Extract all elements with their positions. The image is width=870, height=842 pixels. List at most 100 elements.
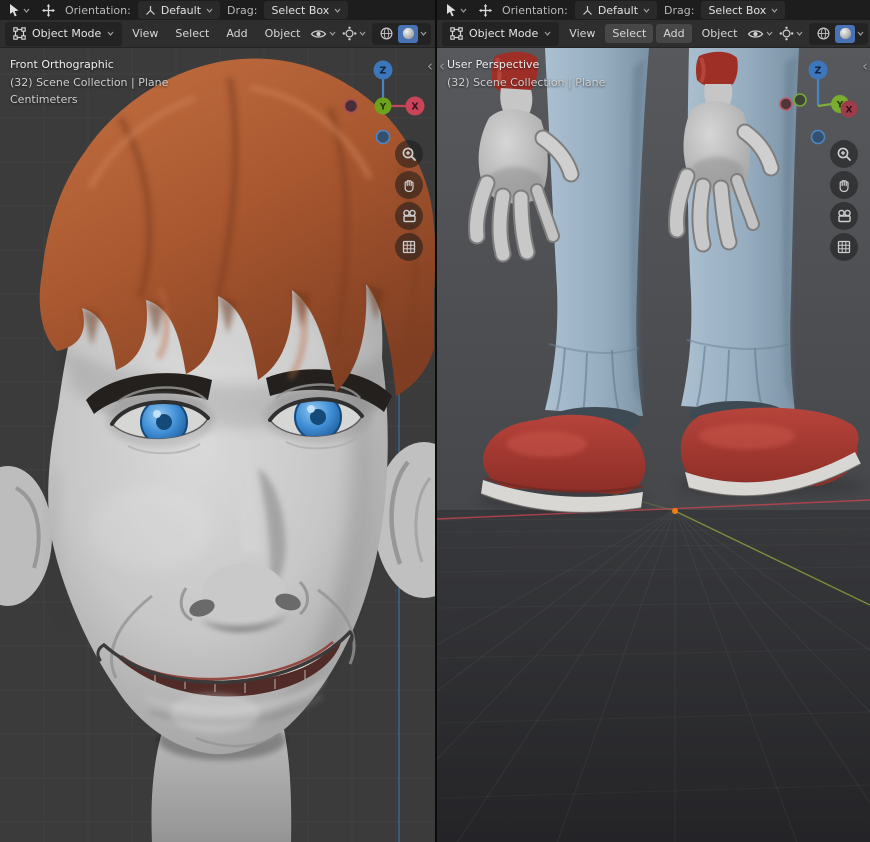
header-right-controls <box>310 23 431 45</box>
zoom-button[interactable] <box>395 140 423 168</box>
chevron-down-icon <box>771 8 778 13</box>
orientation-value: Default <box>598 4 638 17</box>
viewport-pane-left: Orientation: Default Drag: Select Box Ob… <box>0 0 435 842</box>
move-tool-icon <box>41 3 56 18</box>
axis-x-negative[interactable] <box>780 98 792 110</box>
gizmos-toggle[interactable] <box>779 26 803 41</box>
grid-icon <box>836 239 852 255</box>
zoom-button[interactable] <box>830 140 858 168</box>
menu-object[interactable]: Object <box>695 24 745 43</box>
tool-settings-bar-right: Orientation: Default Drag: Select Box <box>437 0 870 20</box>
tool-settings-bar-left: Orientation: Default Drag: Select Box <box>0 0 435 20</box>
axes-icon <box>145 5 156 16</box>
magnifier-plus-icon <box>836 146 852 162</box>
blender-window: Orientation: Default Drag: Select Box Ob… <box>0 0 870 842</box>
sidebar-collapse-arrow[interactable]: ‹ <box>862 60 868 72</box>
axis-x-label: X <box>411 102 419 113</box>
orientation-dropdown[interactable]: Default <box>138 1 220 19</box>
axis-x-negative[interactable] <box>345 100 358 113</box>
active-tool-dropdown[interactable] <box>443 3 469 17</box>
chevron-down-icon <box>544 31 551 36</box>
ortho-toggle-button[interactable] <box>395 233 423 261</box>
pan-button[interactable] <box>830 171 858 199</box>
overlays-toggle[interactable] <box>310 27 336 41</box>
cursor-tool-icon <box>445 3 458 17</box>
drag-dropdown[interactable]: Select Box <box>264 1 348 19</box>
active-tool-dropdown[interactable] <box>6 3 32 17</box>
viewport-3d-left[interactable]: Front Orthographic (32) Scene Collection… <box>0 48 435 842</box>
drag-label: Drag: <box>227 4 257 17</box>
object-mode-icon <box>450 27 463 40</box>
navigation-gizmo[interactable]: Z X Y <box>341 56 425 150</box>
scene-character-legs[interactable] <box>437 48 870 842</box>
axis-y-label: Y <box>379 103 387 113</box>
object-mode-icon <box>13 27 26 40</box>
chevron-down-icon <box>206 8 213 13</box>
orientation-dropdown[interactable]: Default <box>575 1 657 19</box>
overlays-toggle[interactable] <box>747 27 773 41</box>
menu-add[interactable]: Add <box>656 24 691 43</box>
mode-value: Object Mode <box>32 27 101 40</box>
chevron-down-icon <box>460 8 467 13</box>
hand-icon <box>836 177 852 193</box>
move-tool-button[interactable] <box>476 3 495 18</box>
menu-select[interactable]: Select <box>605 24 653 43</box>
header-right-controls <box>747 23 868 45</box>
solid-sphere-icon <box>838 26 853 41</box>
viewport-pane-right: Orientation: Default Drag: Select Box Ob… <box>437 0 870 842</box>
axis-x-label: X <box>846 106 853 116</box>
shading-solid-button[interactable] <box>398 25 418 43</box>
drag-dropdown[interactable]: Select Box <box>701 1 785 19</box>
chevron-down-icon <box>23 8 30 13</box>
ortho-toggle-button[interactable] <box>830 233 858 261</box>
shading-solid-button[interactable] <box>835 25 855 43</box>
axes-icon <box>582 5 593 16</box>
move-tool-button[interactable] <box>39 3 58 18</box>
eye-icon <box>310 27 327 41</box>
chevron-down-icon <box>796 31 803 36</box>
axis-z-label: Z <box>380 66 387 77</box>
menu-select[interactable]: Select <box>168 24 216 43</box>
orientation-label: Orientation: <box>502 4 568 17</box>
pan-button[interactable] <box>395 171 423 199</box>
viewport-shading-group <box>809 23 868 45</box>
wireframe-sphere-icon <box>379 26 394 41</box>
viewport-tool-buttons <box>830 140 858 261</box>
drag-value: Select Box <box>271 4 329 17</box>
axis-z-negative[interactable] <box>812 131 825 144</box>
sidebar-collapse-arrow[interactable]: ‹ <box>427 60 433 72</box>
drag-label: Drag: <box>664 4 694 17</box>
viewport-shading-group <box>372 23 431 45</box>
shading-wireframe-button[interactable] <box>813 25 833 43</box>
navigation-gizmo[interactable]: Z Y X <box>776 56 860 150</box>
camera-view-button[interactable] <box>830 202 858 230</box>
menu-object[interactable]: Object <box>258 24 308 43</box>
viewport-3d-right[interactable]: User Perspective (32) Scene Collection |… <box>437 48 870 842</box>
menu-view[interactable]: View <box>562 24 602 43</box>
solid-sphere-icon <box>401 26 416 41</box>
camera-icon <box>836 208 853 224</box>
scene-character-head[interactable] <box>0 48 435 842</box>
chevron-down-icon <box>643 8 650 13</box>
camera-view-button[interactable] <box>395 202 423 230</box>
magnifier-plus-icon <box>401 146 417 162</box>
toolbar-collapse-arrow[interactable]: ‹ <box>439 60 445 72</box>
shading-wireframe-button[interactable] <box>376 25 396 43</box>
mode-dropdown[interactable]: Object Mode <box>442 22 559 46</box>
viewport-tool-buttons <box>395 140 423 261</box>
mode-dropdown[interactable]: Object Mode <box>5 22 122 46</box>
axis-y-negative[interactable] <box>794 94 806 106</box>
viewport-header-right: Object Mode View Select Add Object <box>437 20 870 48</box>
menu-view[interactable]: View <box>125 24 165 43</box>
chevron-down-icon <box>329 31 336 36</box>
mode-value: Object Mode <box>469 27 538 40</box>
origin-point <box>672 508 678 514</box>
camera-icon <box>401 208 418 224</box>
chevron-down-icon <box>334 8 341 13</box>
wireframe-sphere-icon <box>816 26 831 41</box>
gizmos-toggle[interactable] <box>342 26 366 41</box>
menu-add[interactable]: Add <box>219 24 254 43</box>
move-tool-icon <box>478 3 493 18</box>
axis-z-negative[interactable] <box>377 131 390 144</box>
chevron-down-icon <box>420 31 427 36</box>
